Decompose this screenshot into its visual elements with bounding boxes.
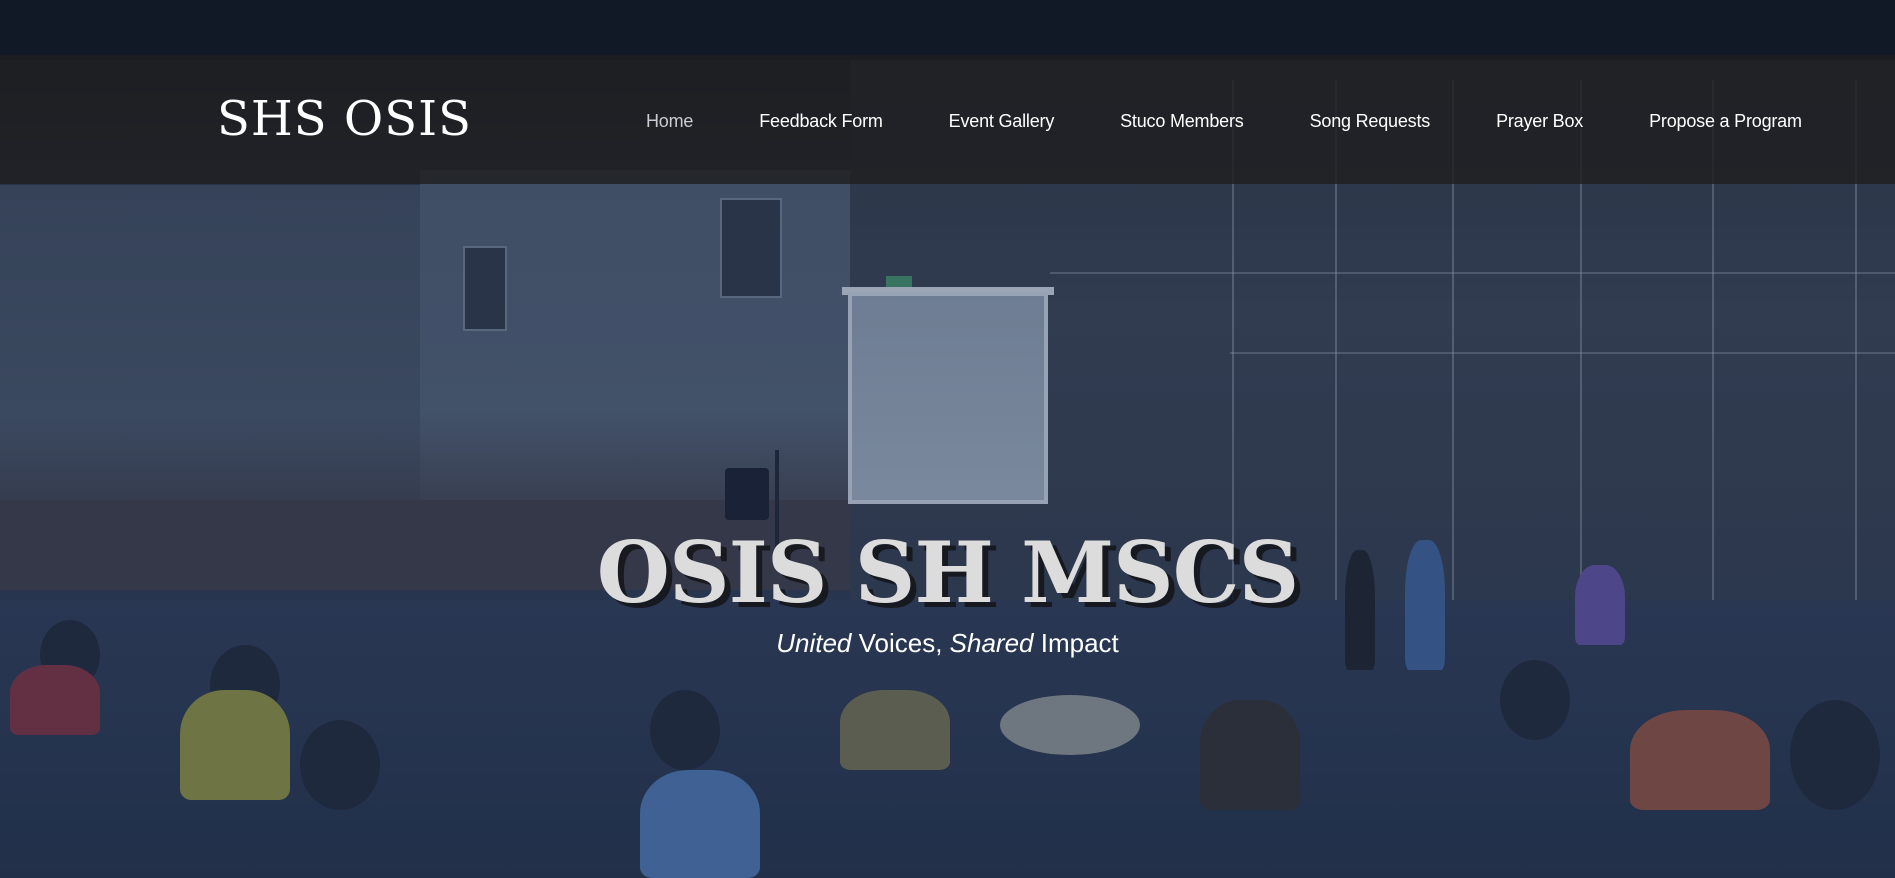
- hero-subtitle: United Voices, Shared Impact: [0, 625, 1895, 661]
- main-nav: Home Feedback Form Event Gallery Stuco M…: [646, 108, 1802, 134]
- site-logo[interactable]: SHS OSIS: [217, 89, 472, 149]
- nav-item-event-gallery[interactable]: Event Gallery: [949, 108, 1055, 134]
- nav-item-home[interactable]: Home: [646, 108, 693, 134]
- hero-title: OSIS SH MSCS: [596, 523, 1299, 622]
- hero-subtitle-impact: Impact: [1033, 628, 1119, 658]
- nav-item-prayer-box[interactable]: Prayer Box: [1496, 108, 1583, 134]
- hero-section: SHS OSIS Home Feedback Form Event Galler…: [0, 0, 1895, 878]
- nav-item-song-requests[interactable]: Song Requests: [1310, 108, 1431, 134]
- hero-subtitle-united: United: [776, 628, 852, 658]
- nav-item-feedback-form[interactable]: Feedback Form: [759, 108, 883, 134]
- hero-subtitle-voices: Voices,: [851, 628, 950, 658]
- nav-item-stuco-members[interactable]: Stuco Members: [1120, 108, 1244, 134]
- nav-item-propose-a-program[interactable]: Propose a Program: [1649, 108, 1802, 134]
- hero-subtitle-shared: Shared: [949, 628, 1034, 658]
